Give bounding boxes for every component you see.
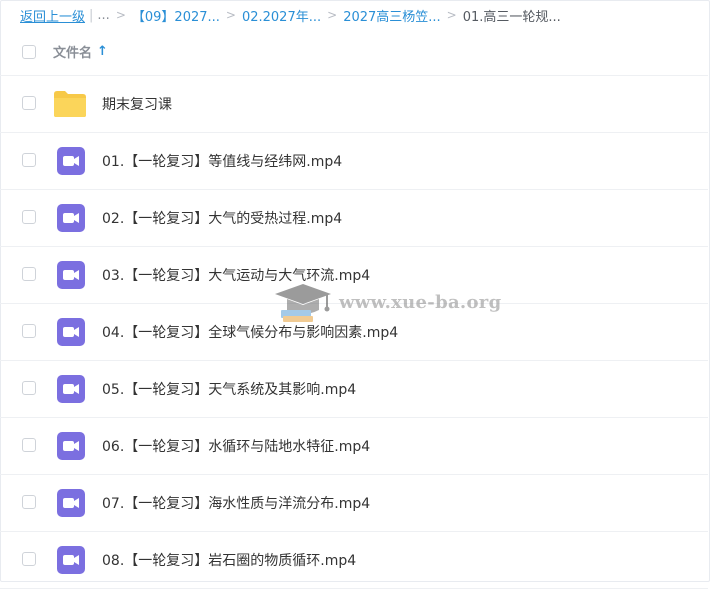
row-checkbox[interactable] [22, 324, 36, 338]
row-checkbox[interactable] [22, 96, 36, 110]
file-list: 期末复习课 01.【一轮复习】等值线与经纬网.mp4 02.【一轮复习】大气的受热过… [0, 76, 708, 589]
filename-column-header[interactable]: 文件名 ↑ [53, 42, 108, 61]
folder-row[interactable]: 期末复习课 [0, 76, 708, 133]
file-name[interactable]: 05.【一轮复习】天气系统及其影响.mp4 [102, 379, 356, 399]
row-checkbox[interactable] [22, 438, 36, 452]
breadcrumb-current: 01.高三一轮规... [462, 9, 561, 25]
row-checkbox[interactable] [22, 381, 36, 395]
back-link[interactable]: 返回上一级 [20, 6, 85, 25]
video-file-icon [57, 147, 87, 175]
breadcrumb-item-1[interactable]: 【09】2027... [132, 6, 220, 25]
row-checkbox[interactable] [22, 210, 36, 224]
breadcrumb-item-3[interactable]: 2027高三杨笠... [343, 6, 440, 25]
video-file-icon [57, 546, 87, 574]
row-checkbox[interactable] [22, 552, 36, 566]
row-checkbox[interactable] [22, 267, 36, 281]
video-file-icon [57, 489, 87, 517]
filename-column-label: 文件名 [53, 46, 93, 61]
video-file-icon [57, 375, 87, 403]
breadcrumb-ellipsis[interactable]: ... [97, 8, 109, 23]
file-row[interactable]: 07.【一轮复习】海水性质与洋流分布.mp4 [0, 475, 708, 532]
file-row[interactable]: 08.【一轮复习】岩石圈的物质循环.mp4 [0, 532, 708, 589]
file-row[interactable]: 03.【一轮复习】大气运动与大气环流.mp4 [0, 247, 708, 304]
breadcrumb-pipe: | [89, 7, 94, 23]
file-row[interactable]: 01.【一轮复习】等值线与经纬网.mp4 [0, 133, 708, 190]
file-row[interactable]: 02.【一轮复习】大气的受热过程.mp4 [0, 190, 708, 247]
breadcrumb: 返回上一级 | ... > 【09】2027... > 02.2027年... … [20, 5, 561, 25]
file-name[interactable]: 期末复习课 [102, 94, 172, 114]
file-name[interactable]: 01.【一轮复习】等值线与经纬网.mp4 [102, 151, 342, 171]
file-name[interactable]: 02.【一轮复习】大气的受热过程.mp4 [102, 208, 342, 228]
file-name[interactable]: 04.【一轮复习】全球气候分布与影响因素.mp4 [102, 322, 398, 342]
video-file-icon [57, 204, 87, 232]
list-header: 文件名 ↑ [0, 28, 708, 76]
breadcrumb-separator: > [327, 8, 338, 22]
file-name[interactable]: 07.【一轮复习】海水性质与洋流分布.mp4 [102, 493, 370, 513]
video-file-icon [57, 261, 87, 289]
breadcrumb-separator: > [225, 8, 236, 22]
breadcrumb-separator: > [115, 8, 126, 22]
file-row[interactable]: 05.【一轮复习】天气系统及其影响.mp4 [0, 361, 708, 418]
row-checkbox[interactable] [22, 495, 36, 509]
file-name[interactable]: 03.【一轮复习】大气运动与大气环流.mp4 [102, 265, 370, 285]
select-all-checkbox[interactable] [22, 44, 36, 59]
row-checkbox[interactable] [22, 153, 36, 167]
folder-icon [53, 90, 86, 118]
sort-ascending-icon: ↑ [97, 44, 108, 59]
file-name[interactable]: 08.【一轮复习】岩石圈的物质循环.mp4 [102, 550, 356, 570]
breadcrumb-item-2[interactable]: 02.2027年... [242, 6, 321, 25]
file-name[interactable]: 06.【一轮复习】水循环与陆地水特征.mp4 [102, 436, 370, 456]
video-file-icon [57, 432, 87, 460]
video-file-icon [57, 318, 87, 346]
file-row[interactable]: 04.【一轮复习】全球气候分布与影响因素.mp4 [0, 304, 708, 361]
breadcrumb-separator: > [446, 8, 457, 22]
file-row[interactable]: 06.【一轮复习】水循环与陆地水特征.mp4 [0, 418, 708, 475]
